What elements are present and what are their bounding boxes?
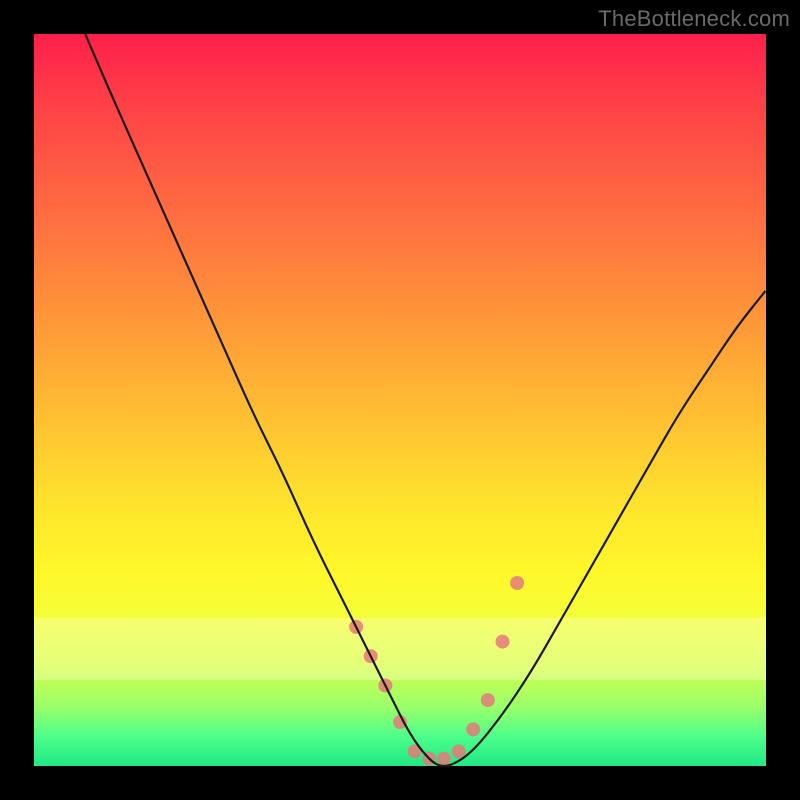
marker-dot xyxy=(466,722,480,736)
bottleneck-curve xyxy=(85,34,766,766)
marker-dot xyxy=(496,635,510,649)
marker-dot xyxy=(510,576,524,590)
marker-dot xyxy=(452,744,466,758)
watermark-label: TheBottleneck.com xyxy=(598,6,790,32)
marker-layer xyxy=(349,576,524,766)
marker-dot xyxy=(481,693,495,707)
chart-svg xyxy=(34,34,766,766)
chart-frame: TheBottleneck.com xyxy=(0,0,800,800)
marker-dot xyxy=(437,752,451,766)
